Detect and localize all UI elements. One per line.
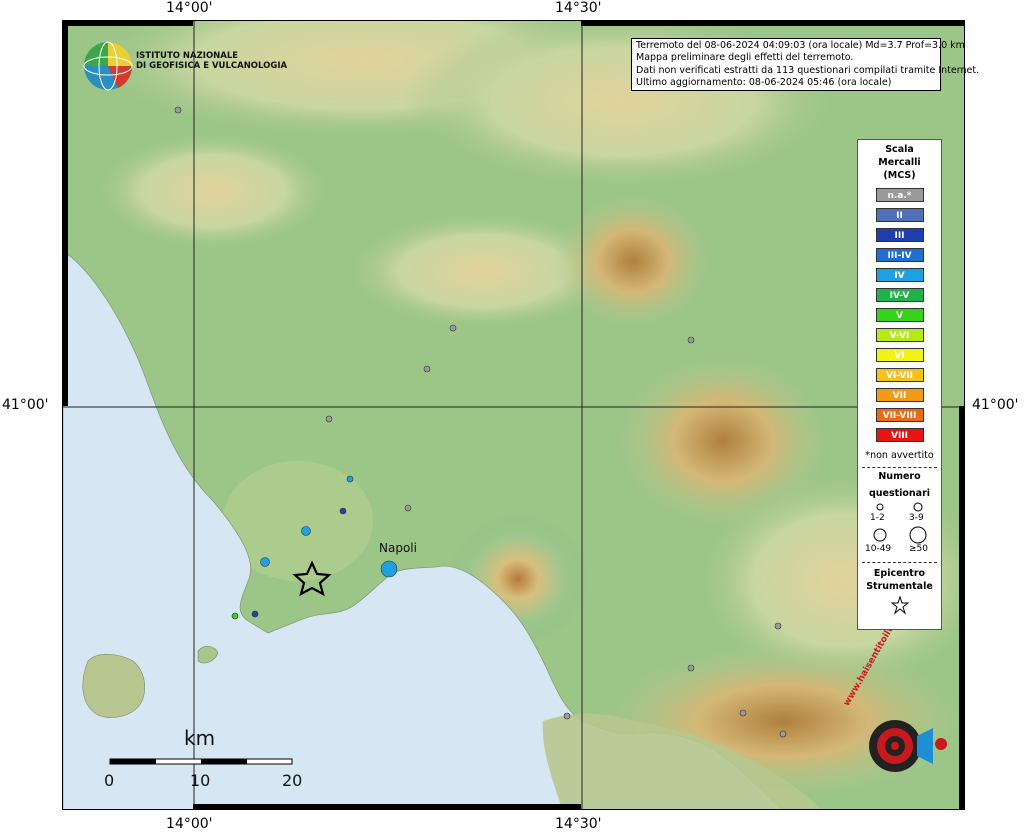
intensity-swatch-list: n.a.* II III III-IV IV IV-V V V-VI VI VI-VII VII VI…: [858, 188, 941, 442]
observation-marker[interactable]: [687, 664, 695, 672]
scale-tick-10: 10: [190, 771, 211, 790]
observation-marker[interactable]: [346, 475, 354, 483]
info-line1: Terremoto del 08-06-2024 04:09:03 (ora l…: [636, 40, 965, 51]
observation-marker[interactable]: [301, 526, 311, 536]
frame-tick-bar: [581, 20, 965, 26]
size-label-1-2: 1-2: [870, 513, 885, 523]
terrain-map: [63, 21, 964, 809]
relief-roccamonfina: [93, 131, 333, 251]
count-title: Numero questionari: [858, 470, 941, 500]
ingv-logo-line1: ISTITUTO NAZIONALE: [136, 51, 239, 61]
frame-tick-bar: [193, 804, 581, 810]
observation-marker[interactable]: [563, 712, 571, 720]
intensity-swatch: V: [875, 308, 924, 322]
count-title-line2: questionari: [868, 488, 931, 499]
intensity-swatch: n.a.*: [875, 188, 924, 202]
observation-marker[interactable]: [423, 365, 431, 373]
legend-divider: [862, 562, 937, 563]
scale-unit-label: km: [184, 726, 216, 750]
count-size-legend: 1-2 3-9 10-49 ≥50: [858, 500, 941, 556]
lon-label-top-right: 14°30': [555, 0, 602, 16]
observation-marker[interactable]: [260, 557, 270, 567]
lon-label-bottom-left: 14°00': [166, 816, 213, 832]
info-line4: Ultimo aggiornamento: 08-06-2024 05:46 (…: [636, 76, 892, 88]
frame-tick-bar: [62, 20, 68, 406]
intensity-swatch: VI: [875, 348, 924, 362]
earthquake-info-box: Terremoto del 08-06-2024 04:09:03 (ora l…: [631, 38, 980, 92]
size-circle-1-2: [876, 503, 884, 511]
observation-marker[interactable]: [231, 612, 239, 620]
info-line2: Mappa preliminare degli effetti del terr…: [636, 52, 854, 64]
lon-label-bottom-right: 14°30': [555, 816, 602, 832]
size-circle-3-9: [913, 502, 923, 512]
observation-marker[interactable]: [325, 415, 333, 423]
epicenter-title: Epicentro Strumentale: [858, 567, 941, 593]
intensity-swatch: IV-V: [875, 288, 924, 302]
size-circle-10-49: [873, 528, 887, 542]
map-area[interactable]: [62, 20, 965, 810]
observation-marker[interactable]: [779, 730, 787, 738]
size-label-50: ≥50: [909, 544, 928, 554]
legend-title: Scala Mercalli (MCS): [858, 143, 941, 182]
count-title-line1: Numero: [878, 471, 921, 482]
intensity-swatch: III-IV: [875, 248, 924, 262]
scale-tick-0: 0: [104, 771, 115, 790]
epicenter-title-line2: Strumentale: [866, 581, 933, 592]
lat-label-left: 41°00': [2, 397, 49, 413]
mountain-taburno: [553, 191, 713, 331]
lon-label-top-left: 14°00': [166, 0, 213, 16]
observation-marker[interactable]: [339, 507, 347, 515]
observation-marker[interactable]: [174, 106, 182, 114]
observation-marker[interactable]: [404, 504, 412, 512]
ingv-logo-line2: DI GEOFISICA E VULCANOLOGIA: [136, 61, 288, 71]
size-circle-50: [909, 526, 927, 544]
observation-marker[interactable]: [251, 610, 259, 618]
intensity-swatch: II: [875, 208, 924, 222]
lat-label-right: 41°00': [972, 397, 1019, 413]
legend-star-icon: [890, 595, 909, 615]
scale-tick-20: 20: [282, 771, 303, 790]
ischia-island: [82, 653, 146, 718]
legend-title-line3: (MCS): [883, 170, 916, 181]
size-label-10-49: 10-49: [865, 544, 892, 554]
intensity-swatch: IV: [875, 268, 924, 282]
ingv-logo-icon: [83, 41, 133, 91]
legend-note: *non avvertito: [865, 450, 934, 461]
scale-bar: [109, 758, 293, 765]
info-line3: Dati non verificati estratti da 113 ques…: [636, 64, 980, 76]
intensity-swatch: VII: [875, 388, 924, 402]
intensity-swatch: VII-VIII: [875, 408, 924, 422]
legend-title-line1: Scala: [885, 144, 914, 155]
size-label-3-9: 3-9: [909, 513, 924, 523]
intensity-swatch: III: [875, 228, 924, 242]
ingv-logo-text: ISTITUTO NAZIONALE DI GEOFISICA E VULCAN…: [136, 51, 287, 71]
legend-divider: [862, 467, 937, 468]
legend-panel: Scala Mercalli (MCS) n.a.* II III III-IV IV I…: [857, 139, 942, 630]
frame-tick-bar: [62, 20, 193, 26]
legend-title-line2: Mercalli: [878, 157, 921, 168]
intensity-swatch: VI-VII: [875, 368, 924, 382]
city-label-napoli: Napoli: [379, 541, 417, 555]
observation-marker[interactable]: [739, 709, 747, 717]
frame-tick-bar: [959, 406, 965, 810]
observation-marker[interactable]: [380, 560, 398, 578]
intensity-swatch: V-VI: [875, 328, 924, 342]
epicenter-title-line1: Epicentro: [873, 568, 926, 579]
observation-marker[interactable]: [449, 324, 457, 332]
observation-marker[interactable]: [687, 336, 695, 344]
observation-marker[interactable]: [774, 622, 782, 630]
intensity-swatch: VIII: [875, 428, 924, 442]
